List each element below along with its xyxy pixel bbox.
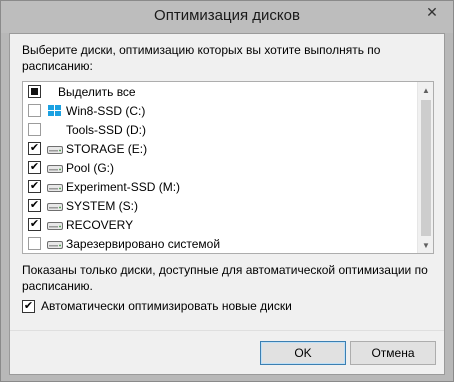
select-all-row[interactable]: Выделить все	[23, 82, 417, 101]
hard-drive-icon	[47, 219, 63, 231]
drive-label: STORAGE (E:)	[66, 141, 148, 156]
auto-optimize-label: Автоматически оптимизировать новые диски	[41, 299, 292, 313]
drive-checkbox[interactable]: ✔	[28, 142, 41, 155]
select-all-checkbox[interactable]	[28, 85, 41, 98]
drive-label: Experiment-SSD (M:)	[66, 179, 181, 194]
select-all-label: Выделить все	[58, 84, 136, 99]
hard-drive-icon	[47, 143, 63, 155]
button-bar: OK Отмена	[10, 330, 444, 374]
drive-label: Зарезервировано системой	[66, 236, 221, 251]
drive-checkbox[interactable]: ✔	[28, 199, 41, 212]
drive-checkbox[interactable]: ✔	[28, 180, 41, 193]
drive-label: Tools-SSD (D:)	[66, 122, 147, 137]
hard-drive-icon	[47, 181, 63, 193]
drive-list-item[interactable]: ✔ SYSTEM (S:)	[23, 196, 417, 215]
drive-label: SYSTEM (S:)	[66, 198, 139, 213]
drive-label: Pool (G:)	[66, 160, 115, 175]
scroll-up-icon[interactable]: ▲	[418, 82, 434, 98]
drive-list-item[interactable]: ✔ RECOVERY	[23, 215, 417, 234]
close-button[interactable]: ✕	[419, 2, 445, 22]
auto-optimize-row[interactable]: ✔ Автоматически оптимизировать новые дис…	[22, 299, 292, 313]
ok-button[interactable]: OK	[260, 341, 346, 365]
availability-note: Показаны только диски, доступные для авт…	[22, 263, 428, 293]
drive-list-item[interactable]: ✔ STORAGE (E:)	[23, 139, 417, 158]
drive-label: RECOVERY	[66, 217, 134, 232]
windows-drive-icon	[47, 104, 63, 117]
drive-label: Win8-SSD (C:)	[66, 103, 146, 118]
drive-list-item[interactable]: ✔ Pool (G:)	[23, 158, 417, 177]
scrollbar-thumb[interactable]	[421, 100, 431, 236]
drive-checkbox[interactable]	[28, 123, 41, 136]
drive-checkbox[interactable]: ✔	[28, 161, 41, 174]
hard-drive-icon	[47, 238, 63, 250]
auto-optimize-checkbox[interactable]: ✔	[22, 299, 35, 313]
dialog-client-area: Выберите диски, оптимизацию которых вы х…	[9, 33, 445, 375]
hard-drive-icon	[47, 162, 63, 174]
drive-list[interactable]: Выделить все Win8-SSD (C:) Tools-SSD (D:)…	[22, 81, 434, 254]
scroll-down-icon[interactable]: ▼	[418, 237, 434, 253]
drive-checkbox[interactable]	[28, 104, 41, 117]
drive-checkbox[interactable]: ✔	[28, 218, 41, 231]
drive-list-item[interactable]: Win8-SSD (C:)	[23, 101, 417, 120]
blank-icon	[47, 124, 63, 136]
drive-list-item[interactable]: Зарезервировано системой	[23, 234, 417, 253]
drive-list-items: Выделить все Win8-SSD (C:) Tools-SSD (D:)…	[23, 82, 417, 253]
drive-list-item[interactable]: ✔ Experiment-SSD (M:)	[23, 177, 417, 196]
close-icon: ✕	[426, 3, 438, 20]
cancel-button[interactable]: Отмена	[350, 341, 436, 365]
intro-text: Выберите диски, оптимизацию которых вы х…	[22, 43, 381, 73]
title-bar[interactable]: Оптимизация дисков ✕	[1, 1, 453, 33]
dialog-window: Оптимизация дисков ✕ Выберите диски, опт…	[0, 0, 454, 382]
drive-checkbox[interactable]	[28, 237, 41, 250]
hard-drive-icon	[47, 200, 63, 212]
vertical-scrollbar[interactable]: ▲ ▼	[417, 82, 433, 253]
window-title: Оптимизация дисков	[154, 7, 300, 24]
drive-list-item[interactable]: Tools-SSD (D:)	[23, 120, 417, 139]
